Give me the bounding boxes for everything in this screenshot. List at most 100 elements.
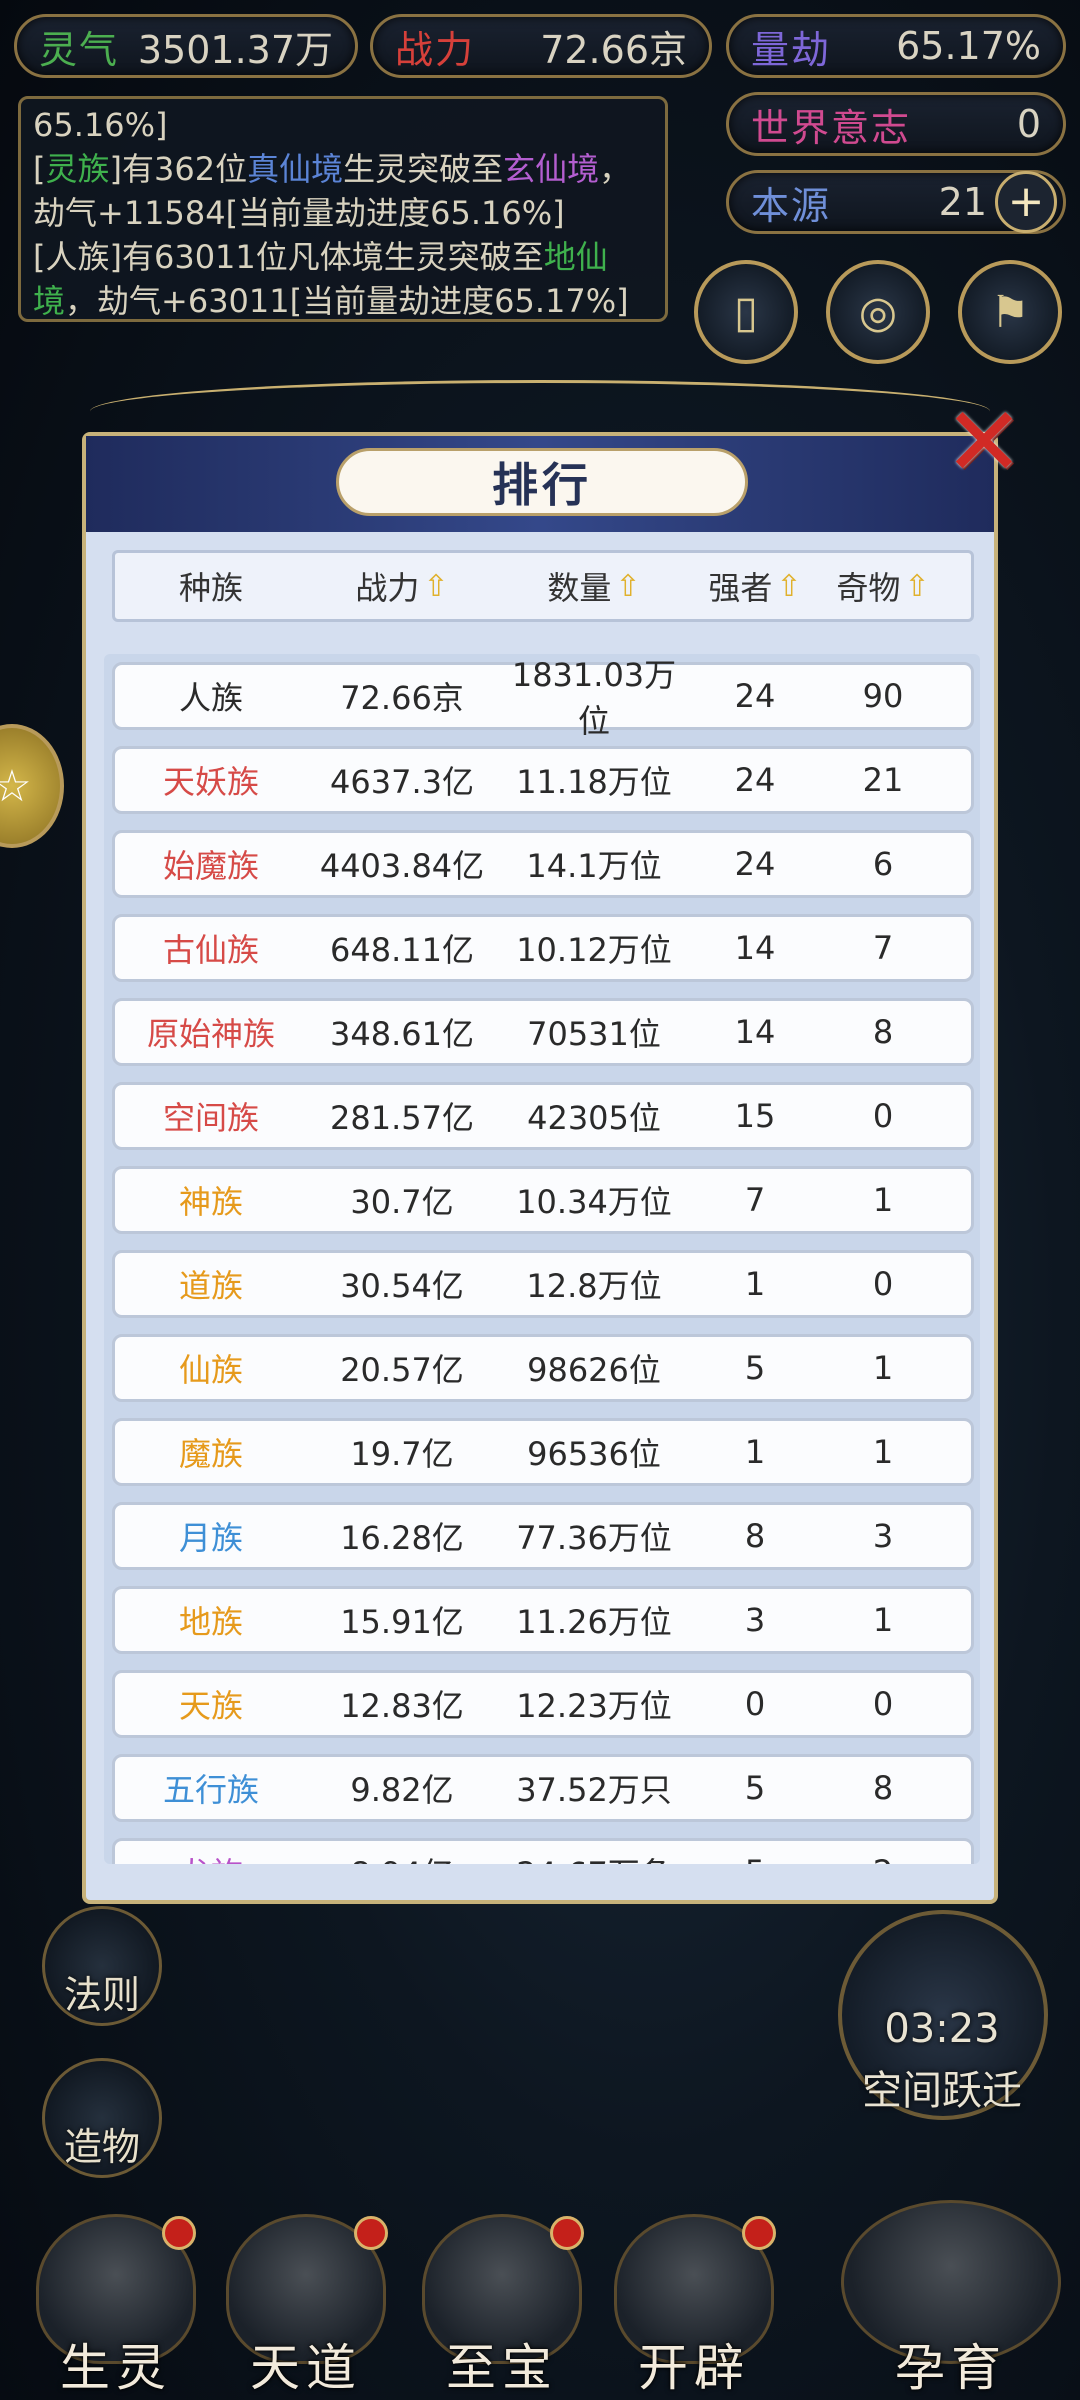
table-row[interactable]: 月族 16.28亿 77.36万位 8 3 xyxy=(112,1502,974,1570)
strong-value: 14 xyxy=(734,1013,776,1051)
count-value: 1831.03万位 xyxy=(511,656,677,740)
power-value: 8.94亿 xyxy=(307,1849,497,1864)
table-row[interactable]: 天妖族 4637.3亿 11.18万位 24 21 xyxy=(112,746,974,814)
modal-header: 排行 xyxy=(86,436,994,532)
count-value: 98626位 xyxy=(527,1351,661,1389)
power-value: 4403.84亿 xyxy=(319,847,485,885)
table-row[interactable]: 天族 12.83亿 12.23万位 0 0 xyxy=(112,1670,974,1738)
sort-arrow-icon: ⇧ xyxy=(776,568,802,604)
resource-value: 21 xyxy=(938,180,987,224)
items-value: 0 xyxy=(872,1097,894,1135)
sort-by-power[interactable]: 战力 ⇧ xyxy=(307,563,497,609)
log-entry: [人族]有63011位凡体境生灵突破至地仙境，劫气+63011[当前量劫进度65… xyxy=(33,238,629,320)
power-value: 4637.3亿 xyxy=(330,763,474,801)
table-row[interactable]: 龙族 8.94亿 24.67万条 5 2 xyxy=(112,1838,974,1864)
table-row[interactable]: 魔族 19.7亿 96536位 1 1 xyxy=(112,1418,974,1486)
resource-lingqi[interactable]: 灵气 3501.37万 xyxy=(14,14,358,78)
table-row[interactable]: 神族 30.7亿 10.34万位 7 1 xyxy=(112,1166,974,1234)
column-race: 种族 xyxy=(178,569,243,607)
items-value: 8 xyxy=(872,1769,894,1807)
power-value: 30.7亿 xyxy=(350,1183,454,1221)
count-value: 11.18万位 xyxy=(516,763,672,801)
race-name: 五行族 xyxy=(162,1771,259,1809)
notification-dot xyxy=(550,2216,584,2250)
power-value: 30.54亿 xyxy=(340,1267,464,1305)
race-name: 人族 xyxy=(178,679,243,717)
count-value: 12.8万位 xyxy=(526,1267,662,1305)
sort-by-strong[interactable]: 强者 ⇧ xyxy=(691,563,819,609)
race-name: 月族 xyxy=(178,1519,243,1557)
resource-label: 战力 xyxy=(395,27,476,72)
notification-dot xyxy=(742,2216,776,2250)
race-name: 神族 xyxy=(178,1183,243,1221)
vortex-icon[interactable]: ◎ xyxy=(826,260,930,364)
ranking-modal: 排行 种族 战力 ⇧ 数量 ⇧ 强者 ⇧ 奇物 ⇧ 人族 72.66京 1831.03万… xyxy=(82,432,998,1904)
race-name: 始魔族 xyxy=(162,847,259,885)
strong-value: 5 xyxy=(691,1853,819,1864)
table-row[interactable]: 仙族 20.57亿 98626位 5 1 xyxy=(112,1334,974,1402)
table-row[interactable]: 原始神族 348.61亿 70531位 14 8 xyxy=(112,998,974,1066)
sort-by-items[interactable]: 奇物 ⇧ xyxy=(819,563,947,609)
strong-value: 1 xyxy=(744,1265,766,1303)
scroll-icon[interactable]: ▯ xyxy=(694,260,798,364)
race-name: 道族 xyxy=(178,1267,243,1305)
table-row[interactable]: 始魔族 4403.84亿 14.1万位 24 6 xyxy=(112,830,974,898)
items-value: 90 xyxy=(862,677,904,715)
resource-liangjie[interactable]: 量劫 65.17% xyxy=(726,14,1066,78)
table-row[interactable]: 空间族 281.57亿 42305位 15 0 xyxy=(112,1082,974,1150)
table-row[interactable]: 人族 72.66京 1831.03万位 24 90 xyxy=(112,656,974,740)
power-value: 348.61亿 xyxy=(330,1015,474,1053)
count-value: 70531位 xyxy=(527,1015,661,1053)
log-entry: [灵族]有362位真仙境生灵突破至玄仙境，劫气+11584[当前量劫进度65.1… xyxy=(33,150,632,232)
power-value: 72.66京 xyxy=(340,679,464,717)
table-row[interactable]: 五行族 9.82亿 37.52万只 5 8 xyxy=(112,1754,974,1822)
resource-world-will[interactable]: 世界意志 0 xyxy=(726,92,1066,156)
count-value: 24.67万条 xyxy=(497,1849,691,1864)
sort-by-count[interactable]: 数量 ⇧ xyxy=(497,563,691,609)
resource-zhanli[interactable]: 战力 72.66京 xyxy=(370,14,712,78)
items-value: 6 xyxy=(872,845,894,883)
resource-value: 65.17% xyxy=(896,24,1041,68)
count-value: 14.1万位 xyxy=(526,847,662,885)
race-name: 仙族 xyxy=(178,1351,243,1389)
pentagram-icon[interactable]: ☆ xyxy=(0,724,64,848)
power-value: 15.91亿 xyxy=(340,1603,464,1641)
add-benyuan-button[interactable]: + xyxy=(995,171,1057,233)
table-row[interactable]: 道族 30.54亿 12.8万位 1 0 xyxy=(112,1250,974,1318)
items-value: 0 xyxy=(872,1685,894,1723)
banner-icon[interactable]: ⚑ xyxy=(958,260,1062,364)
race-name: 天族 xyxy=(178,1687,243,1725)
log-line: 65.16%] xyxy=(33,106,168,144)
race-name: 原始神族 xyxy=(146,1015,275,1053)
table-row[interactable]: 古仙族 648.11亿 10.12万位 14 7 xyxy=(112,914,974,982)
resource-benyuan[interactable]: 本源 21 + xyxy=(726,170,1066,234)
space-jump-label: 空间跃迁 xyxy=(862,2068,1022,2114)
notification-dot xyxy=(162,2216,196,2250)
strong-value: 3 xyxy=(744,1601,766,1639)
resource-value: 72.66京 xyxy=(540,27,687,72)
items-value: 2 xyxy=(819,1853,947,1864)
table-row[interactable]: 地族 15.91亿 11.26万位 3 1 xyxy=(112,1586,974,1654)
nav-yun-yu[interactable]: 孕育 xyxy=(836,2200,1066,2400)
strong-value: 5 xyxy=(744,1769,766,1807)
ranking-list[interactable]: 人族 72.66京 1831.03万位 24 90 天妖族 4637.3亿 11… xyxy=(104,654,980,1864)
side-button-zao-wu[interactable]: 造物 xyxy=(42,2058,162,2178)
count-value: 37.52万只 xyxy=(516,1771,672,1809)
power-value: 648.11亿 xyxy=(330,931,474,969)
resource-value: 0 xyxy=(1016,102,1041,146)
side-button-fa-ze[interactable]: 法则 xyxy=(42,1906,162,2026)
notification-dot xyxy=(354,2216,388,2250)
race-name: 魔族 xyxy=(178,1435,243,1473)
event-log: 65.16%] [灵族]有362位真仙境生灵突破至玄仙境，劫气+11584[当前… xyxy=(18,96,668,322)
strong-value: 24 xyxy=(734,761,776,799)
close-icon[interactable]: ✕ xyxy=(940,394,1028,490)
strong-value: 8 xyxy=(744,1517,766,1555)
items-value: 1 xyxy=(872,1433,894,1471)
count-value: 96536位 xyxy=(527,1435,661,1473)
items-value: 1 xyxy=(872,1181,894,1219)
modal-title: 排行 xyxy=(336,448,748,516)
count-value: 11.26万位 xyxy=(516,1603,672,1641)
resource-label: 本源 xyxy=(751,183,832,228)
items-value: 7 xyxy=(872,929,894,967)
resource-label: 灵气 xyxy=(39,27,120,72)
